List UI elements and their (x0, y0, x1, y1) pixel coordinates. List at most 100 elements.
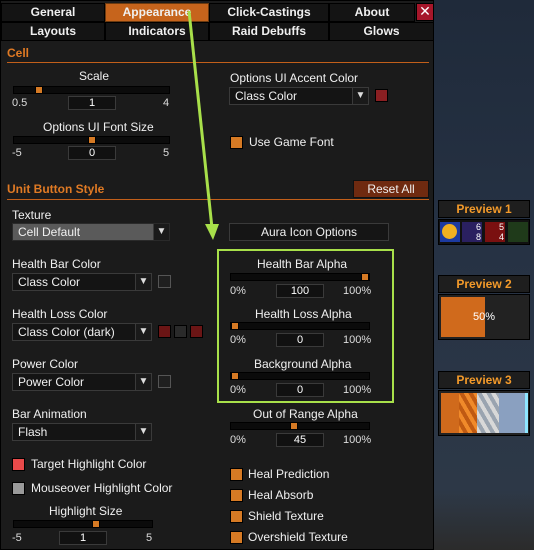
tab-appearance[interactable]: Appearance (105, 3, 209, 22)
background-alpha-label: Background Alpha (254, 357, 352, 371)
scale-slider[interactable] (13, 86, 170, 94)
reset-all-button[interactable]: Reset All (353, 180, 429, 198)
tab-layouts[interactable]: Layouts (1, 22, 105, 41)
background-alpha-max: 100% (343, 384, 372, 396)
preview-2-body: 50% (438, 294, 530, 340)
overshield-texture-checkbox[interactable] (230, 531, 243, 544)
power-color-value: Power Color (18, 375, 85, 389)
health-loss-color-swatch-3[interactable] (190, 325, 203, 338)
health-bar-fill (441, 393, 459, 433)
use-game-font-label: Use Game Font (249, 135, 334, 149)
heal-prediction-label: Heal Prediction (248, 467, 330, 481)
power-color-dropdown[interactable]: Power Color ▼ (12, 373, 152, 391)
background-alpha-min: 0% (230, 384, 246, 396)
aura-icon: 5 4 (485, 222, 505, 242)
health-loss-color-swatch-2[interactable] (174, 325, 187, 338)
scale-label: Scale (79, 69, 110, 83)
chevron-down-icon: ▼ (153, 224, 169, 240)
aura-icon (508, 222, 528, 242)
scale-slider-thumb[interactable] (35, 86, 43, 94)
preview-1-title: Preview 1 (438, 200, 530, 218)
tab-about[interactable]: About (329, 3, 415, 22)
overshield-fill (499, 393, 525, 433)
target-highlight-swatch[interactable] (12, 458, 25, 471)
tab-raid-debuffs[interactable]: Raid Debuffs (209, 22, 329, 41)
accent-color-value: Class Color (235, 89, 298, 103)
scale-value-input[interactable]: 1 (68, 96, 116, 110)
aura-icon-options-button[interactable]: Aura Icon Options (229, 223, 389, 241)
section-divider (7, 199, 429, 200)
power-color-swatch[interactable] (158, 375, 171, 388)
highlight-size-max: 5 (146, 532, 153, 544)
health-bar-color-label: Health Bar Color (12, 257, 101, 271)
scale-min: 0.5 (12, 97, 28, 109)
highlight-size-slider[interactable] (13, 520, 153, 528)
chevron-down-icon: ▼ (352, 88, 368, 104)
heal-prediction-checkbox[interactable] (230, 468, 243, 481)
shield-texture-checkbox[interactable] (230, 510, 243, 523)
preview-2-title: Preview 2 (438, 275, 530, 293)
heal-prediction-fill (459, 393, 477, 433)
font-size-slider-thumb[interactable] (88, 136, 96, 144)
texture-dropdown[interactable]: Cell Default ▼ (12, 223, 170, 241)
section-title-cell: Cell (7, 46, 30, 60)
health-loss-color-swatch-1[interactable] (158, 325, 171, 338)
font-size-value-input[interactable]: 0 (68, 146, 116, 160)
health-bar-alpha-slider[interactable] (230, 273, 370, 281)
out-of-range-alpha-max: 100% (343, 434, 372, 446)
out-of-range-alpha-slider[interactable] (230, 422, 370, 430)
background-alpha-value-input[interactable]: 0 (276, 383, 324, 397)
chevron-down-icon: ▼ (135, 424, 151, 440)
out-of-range-alpha-value-input[interactable]: 45 (276, 433, 324, 447)
health-loss-color-dropdown[interactable]: Class Color (dark) ▼ (12, 323, 152, 341)
health-loss-alpha-max: 100% (343, 334, 372, 346)
options-panel: General Appearance Click-Castings About … (0, 0, 434, 550)
highlight-size-slider-thumb[interactable] (92, 520, 100, 528)
mouseover-highlight-swatch[interactable] (12, 482, 25, 495)
tab-indicators[interactable]: Indicators (105, 22, 209, 41)
heal-absorb-label: Heal Absorb (248, 488, 314, 502)
texture-value: Cell Default (18, 225, 81, 239)
aura-icon: 6 8 (462, 222, 482, 242)
health-loss-alpha-slider[interactable] (230, 322, 370, 330)
health-bar-alpha-max: 100% (343, 285, 372, 297)
background-alpha-slider-thumb[interactable] (231, 372, 239, 380)
heal-absorb-checkbox[interactable] (230, 489, 243, 502)
tab-click-castings[interactable]: Click-Castings (209, 3, 329, 22)
preview-3-body (438, 390, 530, 436)
accent-color-dropdown[interactable]: Class Color ▼ (229, 87, 369, 105)
health-loss-color-value: Class Color (dark) (18, 325, 115, 339)
accent-color-label: Options UI Accent Color (230, 71, 359, 85)
out-of-range-alpha-slider-thumb[interactable] (290, 422, 298, 430)
use-game-font-checkbox[interactable] (230, 136, 243, 149)
out-of-range-alpha-min: 0% (230, 434, 246, 446)
shield-texture-fill (477, 393, 499, 433)
bar-animation-dropdown[interactable]: Flash ▼ (12, 423, 152, 441)
close-icon[interactable]: ✕ (416, 3, 434, 21)
shield-texture-label: Shield Texture (248, 509, 324, 523)
tab-bar: General Appearance Click-Castings About … (1, 1, 435, 41)
overshield-texture-label: Overshield Texture (248, 530, 348, 544)
health-percent-text: 50% (472, 311, 496, 323)
font-size-max: 5 (163, 147, 170, 159)
tab-general[interactable]: General (1, 3, 105, 22)
health-bar-alpha-value-input[interactable]: 100 (276, 284, 324, 298)
aura-icon (440, 222, 460, 242)
health-loss-alpha-label: Health Loss Alpha (255, 307, 352, 321)
scale-max: 4 (163, 97, 170, 109)
health-loss-alpha-value-input[interactable]: 0 (276, 333, 324, 347)
background-alpha-slider[interactable] (230, 372, 370, 380)
highlight-size-value-input[interactable]: 1 (59, 531, 107, 545)
font-size-slider[interactable] (13, 136, 170, 144)
health-bar-color-swatch[interactable] (158, 275, 171, 288)
health-bar-alpha-slider-thumb[interactable] (361, 273, 369, 281)
chevron-down-icon: ▼ (135, 274, 151, 290)
health-bar-color-dropdown[interactable]: Class Color ▼ (12, 273, 152, 291)
health-bar-color-value: Class Color (18, 275, 81, 289)
chevron-down-icon: ▼ (135, 374, 151, 390)
health-loss-alpha-slider-thumb[interactable] (231, 322, 239, 330)
accent-color-swatch[interactable] (375, 89, 388, 102)
chevron-down-icon: ▼ (135, 324, 151, 340)
health-loss-color-label: Health Loss Color (12, 307, 108, 321)
tab-glows[interactable]: Glows (329, 22, 434, 41)
